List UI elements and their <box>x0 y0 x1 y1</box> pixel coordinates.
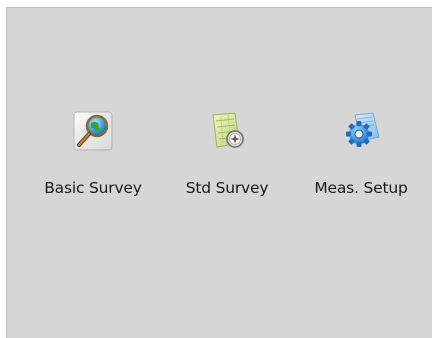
map-compass-icon <box>212 112 244 148</box>
app-std-survey[interactable]: Std Survey <box>162 103 292 219</box>
folder-gear-icon <box>346 112 380 147</box>
app-icon-row: Basic Survey Std Survey Meas. Setup <box>6 103 432 223</box>
launcher-screen: Basic Survey Std Survey Meas. Setup <box>0 0 438 338</box>
magnifier-globe-icon <box>73 111 113 151</box>
app-meas-setup[interactable]: Meas. Setup <box>296 103 426 219</box>
app-label: Std Survey <box>185 179 269 197</box>
app-label: Meas. Setup <box>314 179 408 197</box>
app-label: Basic Survey <box>44 179 142 197</box>
app-basic-survey[interactable]: Basic Survey <box>28 103 158 219</box>
